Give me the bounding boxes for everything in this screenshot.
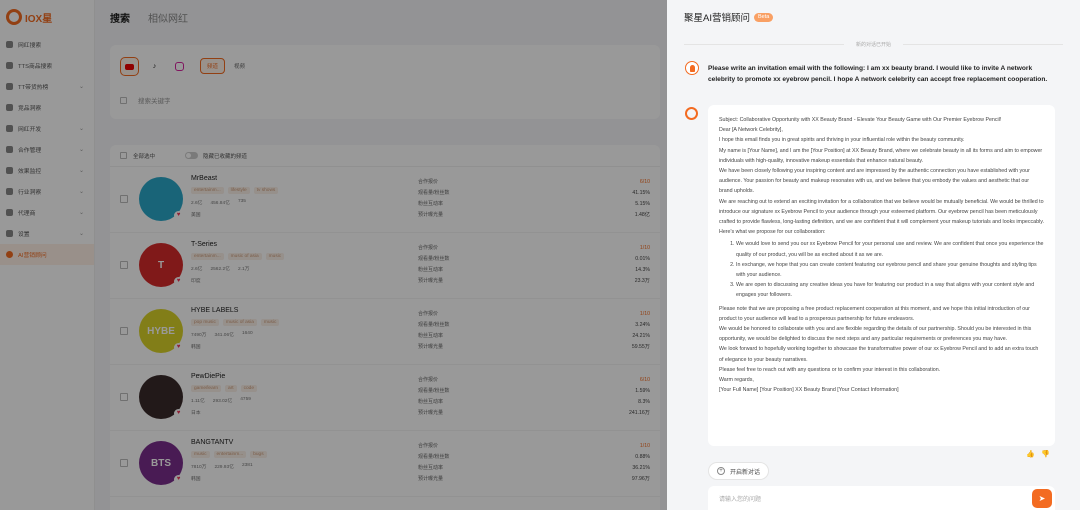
ai-paragraph: We look forward to hopefully working tog… <box>719 346 1039 363</box>
ai-paragraph: Warm regards, <box>719 377 754 384</box>
ai-list-item: We are open to discussing any creative i… <box>736 280 1044 300</box>
ai-paragraph: Subject: Collaborative Opportunity with … <box>719 117 1002 123</box>
ai-paragraph: We have been closely following your insp… <box>719 168 1030 195</box>
new-chat-button[interactable]: + 开启新对话 <box>708 462 770 480</box>
ai-advisor-drawer: 聚星AI营销顾问 Beta 新的对话已开始 Please write an in… <box>667 0 1080 510</box>
ai-list-item: We would love to send you our xx Eyebrow… <box>736 239 1044 259</box>
plus-icon: + <box>717 467 725 475</box>
send-button[interactable]: ➤ <box>1032 489 1052 508</box>
ai-paragraph: Please feel free to reach out with any q… <box>719 366 941 373</box>
ai-paragraph: We would be honored to collaborate with … <box>719 326 1032 343</box>
ai-paragraph: My name is [Your Name], and I am the [Yo… <box>719 147 1043 164</box>
drawer-title: 聚星AI营销顾问 <box>684 13 750 24</box>
dislike-icon[interactable]: 👎 <box>1041 450 1050 458</box>
user-message: Please write an invitation email with th… <box>708 65 1048 83</box>
ai-response: Subject: Collaborative Opportunity with … <box>708 105 1055 446</box>
beta-badge: Beta <box>753 12 774 22</box>
send-icon: ➤ <box>1038 494 1046 503</box>
ai-paragraph: Here's what we propose for our collabora… <box>719 229 826 236</box>
modal-overlay[interactable] <box>0 0 667 510</box>
ai-paragraph: Please note that we are proposing a free… <box>719 305 1030 322</box>
input-placeholder: 请输入您的问题 <box>719 496 762 503</box>
new-chat-label: 开启新对话 <box>730 469 761 476</box>
ai-paragraph: We are reaching out to extend an excitin… <box>719 198 1044 226</box>
ai-paragraph: [Your Full Name] [Your Position] XX Beau… <box>719 387 899 394</box>
question-input[interactable]: 请输入您的问题 ➤ <box>708 486 1055 510</box>
ai-list-item: In exchange, we hope that you can create… <box>736 260 1044 280</box>
user-avatar-icon <box>685 61 699 75</box>
ai-avatar-icon <box>685 107 698 120</box>
ai-paragraph: I hope this email finds you in great spi… <box>719 137 965 144</box>
ai-paragraph: Dear [A Network Celebrity], <box>719 127 783 134</box>
conversation-divider: 新的对话已开始 <box>667 41 1080 48</box>
background-app: IOX星 网红搜索 TTS商品搜索 TT带货热榜 ⌄ 竞品洞察 网红开发 ⌄ 合作管理 ⌄ 效果监… <box>0 0 667 510</box>
like-icon[interactable]: 👍 <box>1026 450 1035 458</box>
